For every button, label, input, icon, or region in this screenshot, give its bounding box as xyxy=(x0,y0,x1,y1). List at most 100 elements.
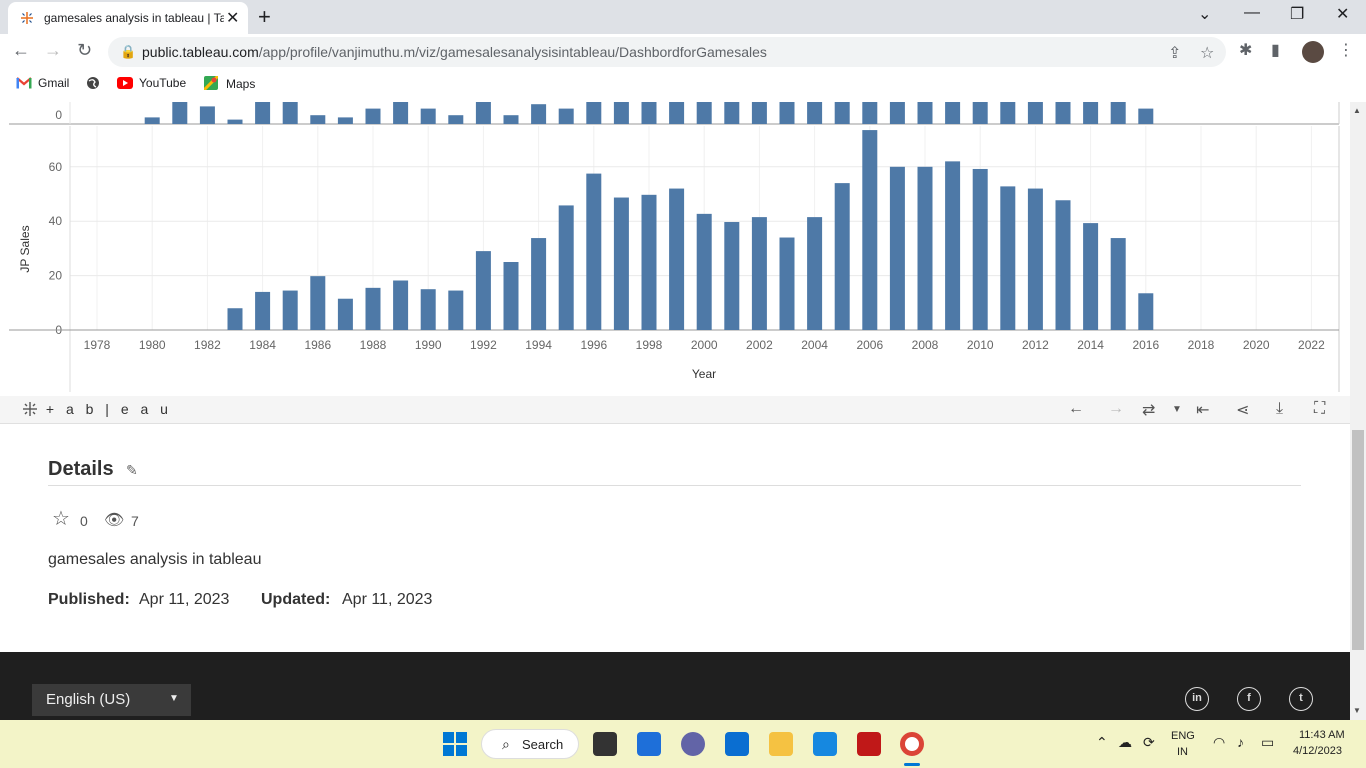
reload-icon[interactable]: ↻ xyxy=(77,40,92,61)
jp-sales-bar[interactable] xyxy=(641,194,657,330)
bookmark-maps[interactable]: Maps xyxy=(202,74,255,92)
jp-sales-bar[interactable] xyxy=(503,262,519,330)
top-bar[interactable] xyxy=(365,108,381,124)
clock-time[interactable]: 11:43 AM xyxy=(1299,729,1345,741)
scroll-up-icon[interactable]: ▲ xyxy=(1353,106,1361,115)
download-icon[interactable]: ⤓ xyxy=(1276,400,1283,418)
top-bar[interactable] xyxy=(669,102,685,124)
wifi-icon[interactable]: ◠ xyxy=(1213,734,1225,751)
jp-sales-bar[interactable] xyxy=(779,237,795,330)
top-bar[interactable] xyxy=(945,102,961,124)
edit-pencil-icon[interactable]: ✎ xyxy=(126,462,138,479)
jp-sales-bar[interactable] xyxy=(282,290,298,330)
jp-sales-bar[interactable] xyxy=(1138,293,1154,330)
top-bar[interactable] xyxy=(475,102,491,124)
volume-icon[interactable]: ♪ xyxy=(1237,734,1244,750)
task-view-icon[interactable] xyxy=(593,732,617,756)
bookmark-gmail[interactable]: Gmail xyxy=(16,76,69,91)
close-window-icon[interactable]: ✕ xyxy=(1336,4,1349,24)
jp-sales-bar[interactable] xyxy=(365,287,381,330)
jp-sales-bar[interactable] xyxy=(834,183,850,330)
file-explorer-icon[interactable] xyxy=(769,732,793,756)
menu-icon[interactable]: ⋮ xyxy=(1338,40,1354,60)
widgets-icon[interactable] xyxy=(637,732,661,756)
fullscreen-icon[interactable]: ⛶ xyxy=(1314,400,1325,418)
clock-date[interactable]: 4/12/2023 xyxy=(1293,745,1342,757)
twitter-icon[interactable]: t xyxy=(1289,687,1313,711)
jp-sales-bar[interactable] xyxy=(558,205,574,330)
scroll-down-icon[interactable]: ▼ xyxy=(1353,706,1361,715)
top-bar[interactable] xyxy=(393,102,409,124)
top-bar[interactable] xyxy=(503,115,519,124)
top-bar[interactable] xyxy=(807,102,823,124)
jp-sales-bar[interactable] xyxy=(889,166,905,330)
scrollbar-thumb[interactable] xyxy=(1352,430,1364,650)
top-bar[interactable] xyxy=(1027,102,1043,124)
top-bar[interactable] xyxy=(172,102,188,124)
page-scrollbar[interactable]: ▲ ▼ xyxy=(1350,102,1366,720)
top-bar[interactable] xyxy=(227,119,243,124)
mcafee-icon[interactable] xyxy=(857,732,881,756)
jp-sales-bar[interactable] xyxy=(337,298,353,330)
jp-sales-bar[interactable] xyxy=(1083,223,1099,330)
jp-sales-bar[interactable] xyxy=(696,213,712,330)
redo-icon[interactable]: → xyxy=(1108,400,1124,418)
jp-sales-bar[interactable] xyxy=(448,290,464,330)
top-bar[interactable] xyxy=(972,102,988,124)
jp-sales-bar[interactable] xyxy=(862,130,878,330)
top-bar[interactable] xyxy=(834,102,850,124)
jp-sales-bar[interactable] xyxy=(807,217,823,330)
share-icon[interactable]: ⋖ xyxy=(1236,400,1249,420)
undo-icon[interactable]: ← xyxy=(1068,400,1084,418)
jp-sales-bar[interactable] xyxy=(1027,188,1043,330)
linkedin-icon[interactable]: in xyxy=(1185,687,1209,711)
top-bar[interactable] xyxy=(917,102,933,124)
top-bar[interactable] xyxy=(613,102,629,124)
tray-overflow-icon[interactable]: ⌃ xyxy=(1096,734,1108,751)
top-bar[interactable] xyxy=(144,117,160,124)
top-bar[interactable] xyxy=(889,102,905,124)
tab-close-icon[interactable]: ✕ xyxy=(226,8,239,28)
jp-sales-bar[interactable] xyxy=(420,289,436,330)
top-bar[interactable] xyxy=(255,102,271,124)
jp-sales-bar[interactable] xyxy=(255,291,271,330)
top-bar[interactable] xyxy=(199,106,215,124)
revert-dropdown-icon[interactable]: ▼ xyxy=(1172,404,1182,415)
extensions-icon[interactable]: ✱ xyxy=(1239,40,1252,60)
jp-sales-bar[interactable] xyxy=(669,188,685,330)
top-bar[interactable] xyxy=(1083,102,1099,124)
top-bar[interactable] xyxy=(779,102,795,124)
profile-avatar[interactable] xyxy=(1302,41,1324,63)
top-bar[interactable] xyxy=(558,108,574,124)
facebook-icon[interactable]: f xyxy=(1237,687,1261,711)
top-bar[interactable] xyxy=(1055,102,1071,124)
jp-sales-bar[interactable] xyxy=(972,168,988,330)
windows-start-icon[interactable] xyxy=(443,732,467,761)
jp-sales-bar[interactable] xyxy=(917,166,933,330)
restore-icon[interactable]: ❐ xyxy=(1290,4,1304,24)
new-tab-icon[interactable]: + xyxy=(258,4,271,30)
tableau-logo[interactable]: + a b | e a u xyxy=(22,401,172,417)
forward-icon[interactable]: → xyxy=(44,40,62,61)
jp-sales-bar[interactable] xyxy=(227,308,243,330)
jp-sales-bar[interactable] xyxy=(613,197,629,330)
top-bar[interactable] xyxy=(1138,108,1154,124)
jp-sales-bar[interactable] xyxy=(475,251,491,330)
share-icon[interactable]: ⇪ xyxy=(1168,43,1181,63)
top-bar[interactable] xyxy=(448,115,464,124)
bookmark-star-icon[interactable]: ☆ xyxy=(1200,43,1214,63)
teams-chat-icon[interactable] xyxy=(681,732,705,756)
onedrive-icon[interactable]: ☁ xyxy=(1118,734,1132,751)
jp-sales-bar[interactable] xyxy=(1055,200,1071,330)
language-select[interactable]: English (US) ▼ xyxy=(32,684,191,716)
top-bar[interactable] xyxy=(696,102,712,124)
jp-sales-bar[interactable] xyxy=(531,238,547,330)
top-bar[interactable] xyxy=(1000,102,1016,124)
taskbar-search[interactable]: ⌕ Search xyxy=(481,729,579,759)
lang-top[interactable]: ENG xyxy=(1171,730,1195,742)
lang-bottom[interactable]: IN xyxy=(1177,746,1188,758)
jp-sales-bar[interactable] xyxy=(310,276,326,330)
reset-icon[interactable]: ⇤ xyxy=(1196,400,1209,420)
top-bar[interactable] xyxy=(751,102,767,124)
back-icon[interactable]: ← xyxy=(12,40,30,61)
